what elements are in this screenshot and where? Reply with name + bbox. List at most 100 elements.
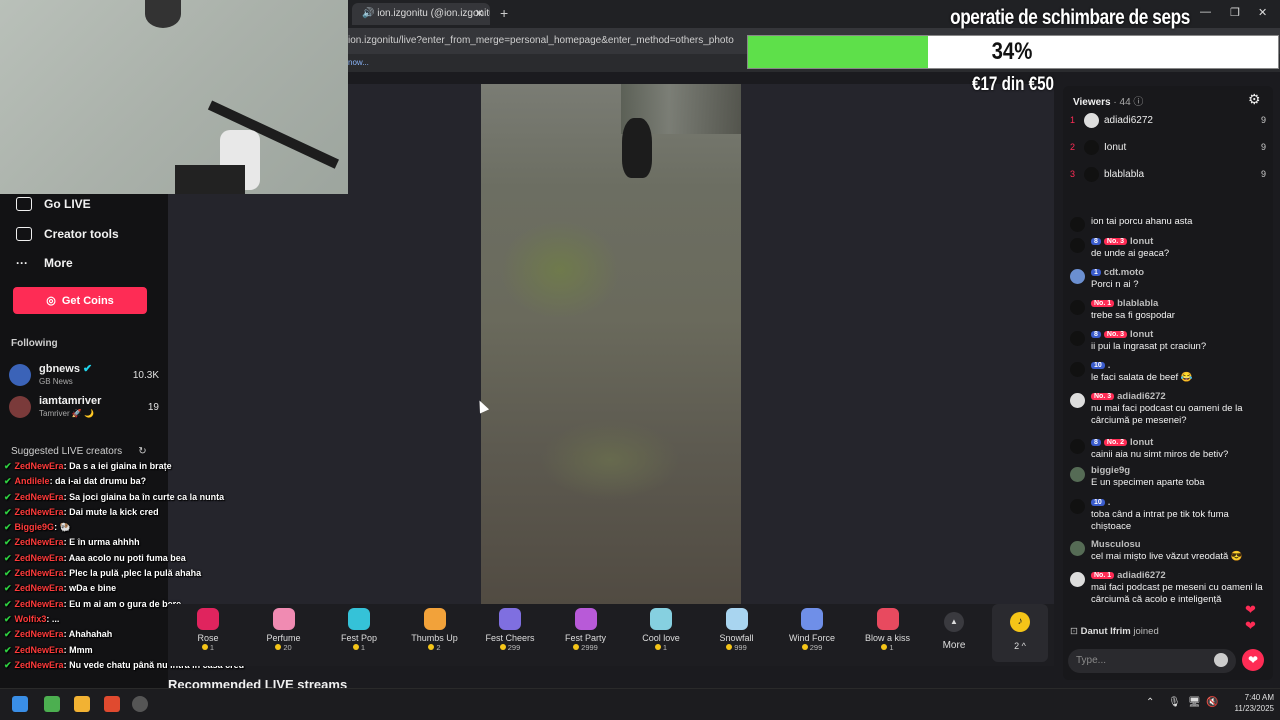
- brave-icon[interactable]: [104, 696, 120, 712]
- gift-icon: [423, 608, 446, 630]
- sidebar-item-label: More: [44, 256, 73, 270]
- following-item[interactable]: iamtamriver Tamriver 🚀 🌙 19: [9, 394, 159, 420]
- folder-icon[interactable]: [74, 696, 90, 712]
- live-video[interactable]: [481, 84, 741, 604]
- viewer-score: 9: [1260, 115, 1266, 125]
- gift-panel-button[interactable]: ♪ 2 ^: [992, 604, 1048, 662]
- check-icon: ✔: [4, 613, 12, 624]
- rank-badge: No. 3: [1103, 238, 1128, 245]
- overlay-chat-line: ✔ ZedNewEra: wDa e bine: [4, 581, 344, 596]
- close-tab-icon[interactable]: ✕: [475, 7, 484, 20]
- info-icon[interactable]: ⓘ: [1133, 97, 1143, 108]
- gift-price-value: 2: [436, 643, 441, 652]
- windows-start-icon[interactable]: [12, 696, 28, 712]
- chat-user[interactable]: .: [1108, 360, 1111, 371]
- gift-item[interactable]: Cool love 1: [625, 608, 697, 652]
- gift-price-value: 1: [889, 643, 894, 652]
- clock[interactable]: 7:40 AM 11/23/2025: [1224, 692, 1274, 714]
- browser-tab[interactable]: 🔊 ion.izgonitu (@ion.izgonitu) i ✕: [352, 3, 490, 25]
- chat-user[interactable]: Ionut: [1130, 437, 1153, 448]
- get-coins-button[interactable]: ◎ Get Coins: [13, 287, 147, 314]
- viewers-header: Viewers · 44 ⓘ: [1073, 93, 1143, 108]
- sidebar-item-go-live[interactable]: Go LIVE: [16, 197, 91, 211]
- emoji-icon[interactable]: [1214, 653, 1228, 667]
- viewer-row[interactable]: 1 adiadi6272 9: [1070, 111, 1266, 129]
- chat-message-content: 10. toba când a intrat pe tik tok fuma ch…: [1091, 497, 1266, 533]
- chat-message[interactable]: ion tai porcu ahanu asta: [1070, 215, 1266, 232]
- chat-user[interactable]: adiadi6272: [1117, 570, 1166, 581]
- sidebar-item-more[interactable]: ··· More: [16, 256, 73, 270]
- mic-icon[interactable]: 🎙: [1168, 697, 1181, 708]
- gift-item[interactable]: Snowfall 999: [701, 608, 773, 652]
- level-badge: 10: [1091, 499, 1105, 506]
- chat-user[interactable]: adiadi6272: [1117, 391, 1166, 402]
- avatar: [1070, 362, 1085, 377]
- chat-message-content: No. 1 adiadi6272 mai faci podcast pe mesen…: [1091, 570, 1266, 606]
- gift-item[interactable]: Perfume 20: [248, 608, 320, 652]
- chat-message[interactable]: biggie9g E un specimen aparte toba: [1070, 465, 1266, 489]
- chat-message[interactable]: No. 1 adiadi6272 mai faci podcast pe mesen…: [1070, 570, 1266, 606]
- chat-message-header: 10.: [1091, 497, 1266, 508]
- check-icon: ✔: [4, 506, 12, 517]
- gift-item[interactable]: Thumbs Up 2: [399, 608, 471, 652]
- gift-item[interactable]: Blow a kiss 1: [852, 608, 924, 652]
- chevron-up-icon[interactable]: ⌃: [1146, 697, 1154, 708]
- more-gifts-button[interactable]: ▲ More: [930, 608, 978, 651]
- overlay-chat-user: Andilele: [14, 476, 50, 487]
- level-badge: 10: [1091, 362, 1105, 369]
- viewer-row[interactable]: 2 Ionut 9: [1070, 138, 1266, 156]
- chat-user[interactable]: Musculosu: [1091, 539, 1141, 550]
- rank-badge: No. 2: [1103, 439, 1128, 446]
- like-button[interactable]: ❤: [1242, 649, 1264, 671]
- maximize-icon[interactable]: ❐: [1230, 6, 1240, 19]
- sidebar-item-creator-tools[interactable]: Creator tools: [16, 227, 119, 241]
- chat-user[interactable]: blablabla: [1117, 298, 1158, 309]
- chat-message[interactable]: 8 No. 2 Ionut cainii aia nu simt miros de b…: [1070, 437, 1266, 461]
- viewer-row[interactable]: 3 blablabla 9: [1070, 165, 1266, 183]
- chat-user[interactable]: .: [1108, 497, 1111, 508]
- chat-message-header: 1 cdt.moto: [1091, 267, 1266, 278]
- chat-user[interactable]: biggie9g: [1091, 465, 1130, 476]
- volume-icon[interactable]: 🔇: [1206, 697, 1218, 708]
- refresh-icon[interactable]: ↻: [138, 446, 146, 457]
- gift-item[interactable]: Fest Party 2999: [550, 608, 622, 652]
- chrome-icon[interactable]: [44, 696, 60, 712]
- chat-message[interactable]: 8 No. 3 Ionut ii pui la ingrasat pt craciun…: [1070, 329, 1266, 353]
- chat-message[interactable]: 10. le faci salata de beef 😂: [1070, 360, 1266, 384]
- overlay-chat-line: ✔ Andilele: da i-ai dat drumu ba?: [4, 474, 344, 489]
- gear-icon[interactable]: ⚙: [1248, 91, 1261, 108]
- get-coins-label: Get Coins: [61, 294, 114, 307]
- rank-badge: No. 1: [1091, 300, 1115, 307]
- close-window-icon[interactable]: ✕: [1258, 6, 1267, 19]
- following-item[interactable]: gbnews ✔ GB News 10.3K: [9, 362, 159, 388]
- overlay-chat-message: : 🐏: [54, 522, 71, 533]
- gift-price: 299: [474, 643, 546, 652]
- chat-message[interactable]: No. 1 blablabla trebe sa fi gospodar: [1070, 298, 1266, 322]
- chat-message[interactable]: 1 cdt.moto Porci n ai ?: [1070, 267, 1266, 291]
- avatar: [1070, 439, 1085, 454]
- avatar: [1070, 499, 1085, 514]
- overlay-chat-user: ZedNewEra: [14, 461, 64, 471]
- chat-message[interactable]: 8 No. 3 Ionut de unde ai geaca?: [1070, 236, 1266, 260]
- gift-item[interactable]: Rose 1: [172, 608, 244, 652]
- overlay-chat-user: ZedNewEra: [14, 598, 64, 609]
- avatar: [1070, 541, 1085, 556]
- chat-message[interactable]: 10. toba când a intrat pe tik tok fuma ch…: [1070, 497, 1266, 533]
- chat-text: cainii aia nu simt miros de betiv?: [1091, 449, 1229, 460]
- chat-message[interactable]: Musculosu cel mai mișto live văzut vreoda…: [1070, 539, 1266, 563]
- avatar: [1084, 166, 1099, 182]
- obs-icon[interactable]: [132, 696, 148, 712]
- new-tab-button[interactable]: +: [500, 5, 508, 21]
- gift-item[interactable]: Wind Force 299: [776, 608, 848, 652]
- gift-item[interactable]: Fest Cheers 299: [474, 608, 546, 652]
- gift-item[interactable]: Fest Pop 1: [323, 608, 395, 652]
- network-icon[interactable]: 🖥: [1188, 697, 1201, 708]
- overlay-chat-user: ZedNewEra: [14, 659, 64, 670]
- chat-user[interactable]: cdt.moto: [1104, 267, 1144, 278]
- chat-input[interactable]: Type...: [1068, 649, 1236, 673]
- overlay-chat-message: : Da s a iei giaina in brațe: [63, 461, 172, 471]
- chat-message[interactable]: No. 3 adiadi6272 nu mai faci podcast cu oa…: [1070, 391, 1266, 427]
- chat-user[interactable]: Ionut: [1130, 236, 1153, 247]
- chat-user[interactable]: Ionut: [1130, 329, 1153, 340]
- bookmark-link[interactable]: now...: [348, 58, 369, 67]
